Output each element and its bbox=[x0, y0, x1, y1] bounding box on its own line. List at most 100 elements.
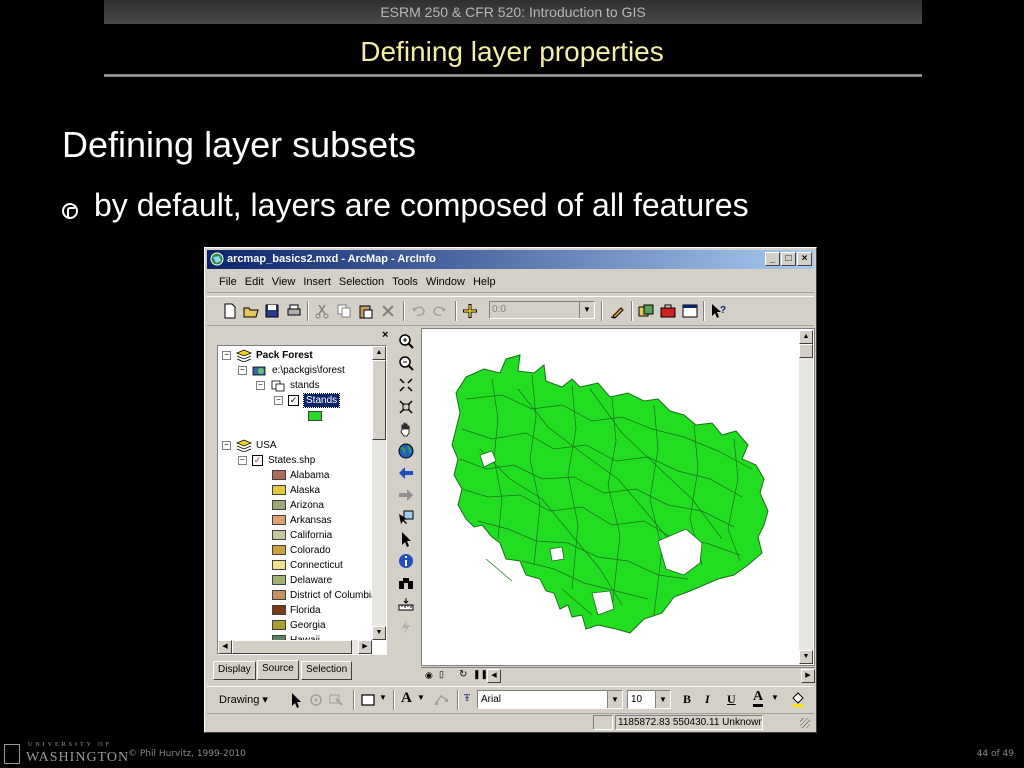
fill-color-bucket-icon[interactable] bbox=[789, 690, 807, 708]
menu-insert[interactable]: Insert bbox=[299, 272, 335, 292]
pan-hand-icon[interactable] bbox=[397, 420, 415, 438]
scroll-down-button[interactable]: ▼ bbox=[799, 650, 813, 664]
scroll-right-button[interactable]: ▶ bbox=[358, 640, 372, 654]
open-folder-icon[interactable] bbox=[242, 302, 260, 320]
layout-view-icon[interactable]: ▯ bbox=[439, 669, 444, 680]
legend-swatch[interactable] bbox=[272, 515, 286, 525]
arccatalog-icon[interactable] bbox=[637, 302, 655, 320]
pause-drawing-icon[interactable]: ❚❚ bbox=[473, 669, 488, 680]
chevron-down-icon[interactable]: ▼ bbox=[417, 693, 425, 702]
fixed-zoom-out-icon[interactable] bbox=[397, 398, 415, 416]
dataframe-usa[interactable]: − USA bbox=[222, 438, 372, 453]
layer-visibility-checkbox[interactable]: ✓ bbox=[252, 455, 263, 466]
scroll-thumb[interactable] bbox=[799, 344, 813, 358]
rotate-icon[interactable] bbox=[307, 691, 325, 709]
legend-swatch[interactable] bbox=[272, 530, 286, 540]
legend-swatch[interactable] bbox=[272, 500, 286, 510]
maximize-button[interactable]: □ bbox=[781, 252, 796, 266]
rectangle-icon[interactable] bbox=[359, 691, 377, 709]
full-extent-globe-icon[interactable] bbox=[397, 442, 415, 460]
toc-tree[interactable]: − Pack Forest − e:\packgis\forest − stan… bbox=[217, 345, 387, 655]
chevron-down-icon[interactable]: ▼ bbox=[771, 693, 779, 702]
toc-close-icon[interactable]: × bbox=[382, 329, 388, 341]
close-button[interactable]: × bbox=[797, 252, 812, 266]
map-vertical-scrollbar[interactable]: ▲ ▼ bbox=[799, 330, 813, 664]
legend-swatch[interactable] bbox=[272, 590, 286, 600]
refresh-icon[interactable]: ↻ bbox=[459, 669, 467, 680]
legend-swatch[interactable] bbox=[272, 575, 286, 585]
collapse-icon[interactable]: − bbox=[274, 396, 283, 405]
measure-icon[interactable] bbox=[397, 596, 415, 614]
scroll-left-button[interactable]: ◀ bbox=[487, 669, 501, 683]
find-binoculars-icon[interactable] bbox=[397, 574, 415, 592]
forward-arrow-icon[interactable] bbox=[397, 486, 415, 504]
new-text-icon[interactable]: A bbox=[401, 690, 412, 707]
scroll-up-button[interactable]: ▲ bbox=[372, 346, 386, 360]
toc-vertical-scrollbar[interactable]: ▲ ▼ bbox=[372, 346, 386, 640]
select-features-icon[interactable] bbox=[397, 508, 415, 526]
menu-file[interactable]: File bbox=[215, 272, 241, 292]
tab-selection[interactable]: Selection bbox=[301, 661, 353, 680]
scroll-thumb[interactable] bbox=[232, 640, 352, 654]
collapse-icon[interactable]: − bbox=[238, 456, 247, 465]
scroll-thumb[interactable] bbox=[372, 360, 386, 440]
identify-info-icon[interactable] bbox=[397, 552, 415, 570]
chevron-down-icon[interactable]: ▼ bbox=[655, 691, 670, 708]
font-name-combo[interactable]: Arial ▼ bbox=[477, 690, 623, 709]
toc-horizontal-scrollbar[interactable]: ◀ ▶ bbox=[218, 640, 372, 654]
zoom-out-icon[interactable] bbox=[397, 354, 415, 372]
dataframe-pack-forest[interactable]: − Pack Forest bbox=[222, 348, 372, 363]
whats-this-help-icon[interactable]: ? bbox=[709, 302, 727, 320]
paste-icon[interactable] bbox=[357, 302, 375, 320]
command-line-icon[interactable] bbox=[681, 302, 699, 320]
menu-edit[interactable]: Edit bbox=[241, 272, 268, 292]
font-size-combo[interactable]: 10 ▼ bbox=[627, 690, 671, 709]
chevron-down-icon[interactable]: ▼ bbox=[579, 302, 594, 318]
layer-stands[interactable]: − ✓ Stands bbox=[274, 393, 354, 408]
legend-swatch[interactable] bbox=[272, 620, 286, 630]
select-elements-pointer-icon[interactable] bbox=[397, 530, 415, 548]
menu-tools[interactable]: Tools bbox=[388, 272, 422, 292]
scroll-right-button[interactable]: ▶ bbox=[801, 669, 815, 683]
legend-swatch[interactable] bbox=[272, 545, 286, 555]
legend-swatch[interactable] bbox=[272, 560, 286, 570]
print-icon[interactable] bbox=[285, 302, 303, 320]
editor-toolbar-icon[interactable] bbox=[609, 302, 627, 320]
copy-icon[interactable] bbox=[335, 302, 353, 320]
edit-vertices-icon[interactable] bbox=[433, 691, 451, 709]
stands-symbol-swatch[interactable] bbox=[308, 411, 322, 421]
scroll-up-button[interactable]: ▲ bbox=[799, 330, 813, 344]
collapse-icon[interactable]: − bbox=[222, 351, 231, 360]
menu-help[interactable]: Help bbox=[469, 272, 500, 292]
chevron-down-icon[interactable]: ▼ bbox=[607, 691, 622, 708]
font-color-icon[interactable]: A bbox=[753, 690, 764, 707]
data-view-icon[interactable]: ◉ bbox=[425, 670, 433, 681]
select-elements-pointer-icon[interactable] bbox=[287, 691, 305, 709]
fixed-zoom-in-icon[interactable] bbox=[397, 376, 415, 394]
cut-icon[interactable] bbox=[313, 302, 331, 320]
menu-selection[interactable]: Selection bbox=[335, 272, 388, 292]
save-icon[interactable] bbox=[263, 302, 281, 320]
hyperlink-lightning-icon[interactable] bbox=[397, 618, 415, 636]
title-bar[interactable]: arcmap_basics2.mxd - ArcMap - ArcInfo _ … bbox=[207, 250, 814, 269]
collapse-icon[interactable]: − bbox=[238, 366, 247, 375]
new-document-icon[interactable] bbox=[221, 302, 239, 320]
underline-button[interactable]: U bbox=[727, 692, 736, 707]
drawing-menu[interactable]: Drawing ▾ bbox=[219, 693, 268, 706]
legend-swatch[interactable] bbox=[272, 605, 286, 615]
tab-source[interactable]: Source bbox=[257, 660, 299, 680]
map-scale-combo[interactable]: 0:0 ▼ bbox=[489, 301, 595, 319]
layer-visibility-checkbox[interactable]: ✓ bbox=[288, 395, 299, 406]
italic-button[interactable]: I bbox=[705, 692, 710, 707]
minimize-button[interactable]: _ bbox=[765, 252, 780, 266]
menu-window[interactable]: Window bbox=[422, 272, 469, 292]
scroll-down-button[interactable]: ▼ bbox=[372, 626, 386, 640]
scroll-left-button[interactable]: ◀ bbox=[218, 640, 232, 654]
bold-button[interactable]: B bbox=[683, 692, 691, 707]
collapse-icon[interactable]: − bbox=[256, 381, 265, 390]
back-arrow-icon[interactable] bbox=[397, 464, 415, 482]
menu-view[interactable]: View bbox=[268, 272, 300, 292]
legend-swatch[interactable] bbox=[272, 470, 286, 480]
chevron-down-icon[interactable]: ▼ bbox=[379, 693, 387, 702]
delete-icon[interactable] bbox=[379, 302, 397, 320]
